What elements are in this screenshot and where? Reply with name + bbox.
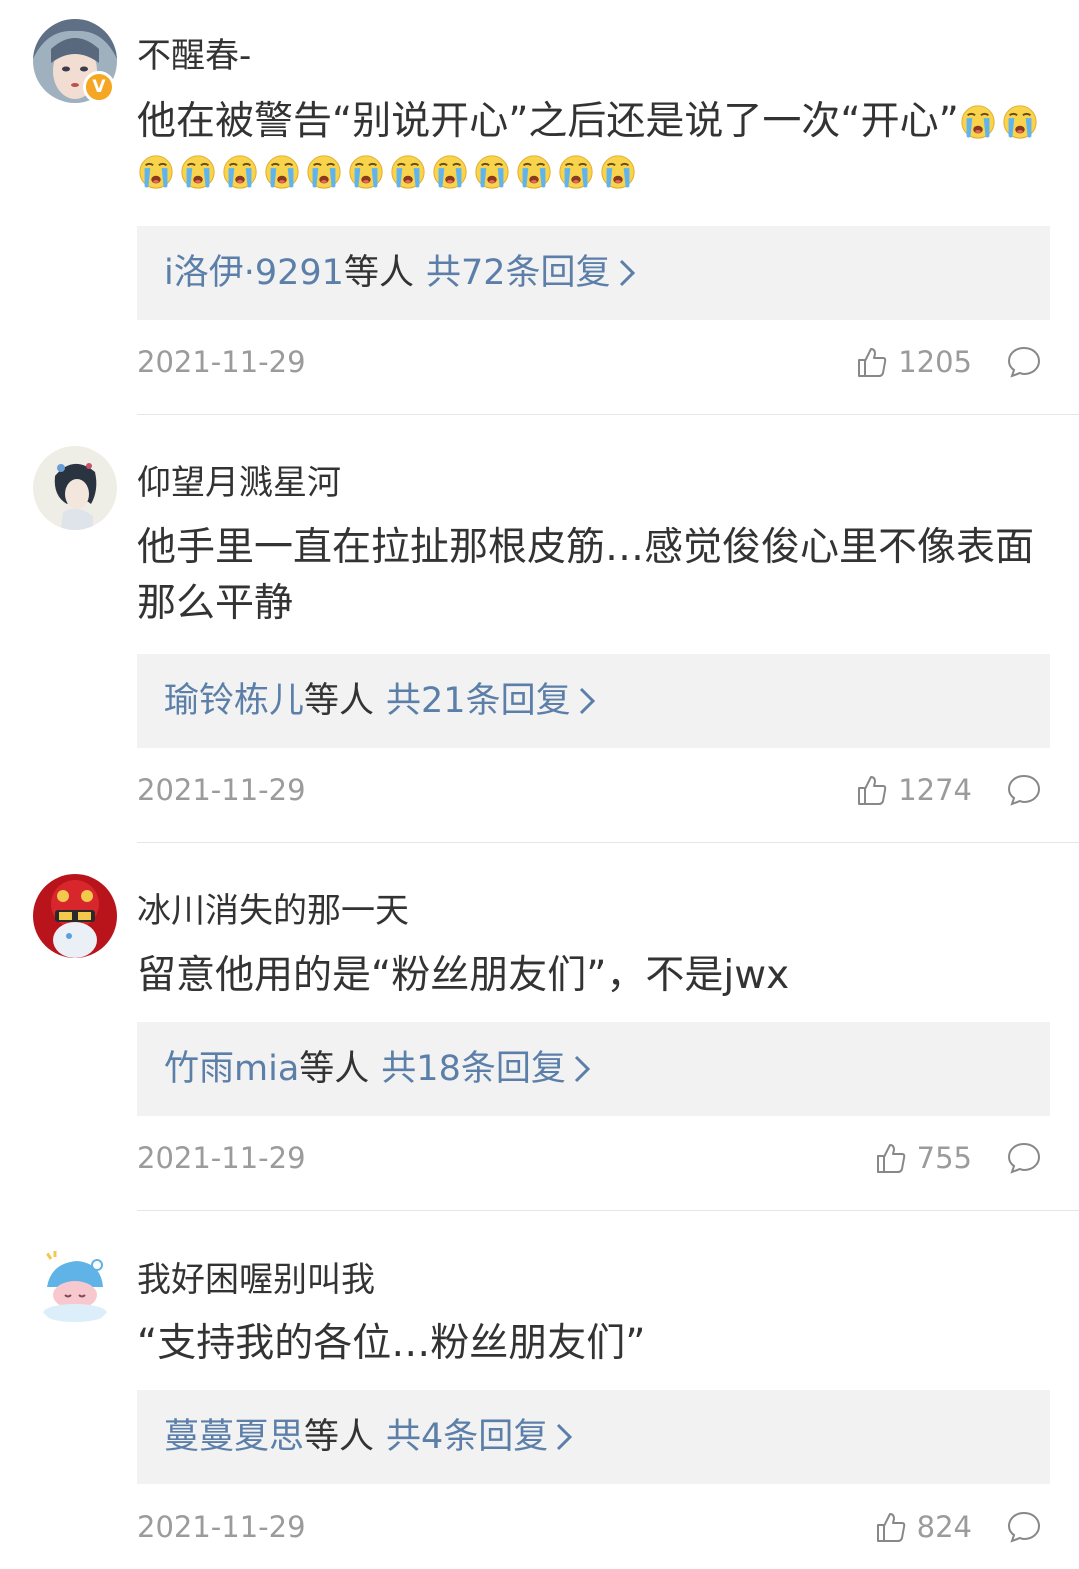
reply-user-names[interactable]: 瑜铃栋儿 [164,681,304,721]
divider [137,1210,1079,1211]
reply-summary-box[interactable]: 竹雨mia等人 共18条回复 [137,1022,1050,1116]
crying-face-emoji [137,152,175,190]
verified-badge: V [83,71,115,103]
comment-date: 2021-11-29 [137,345,306,379]
crying-face-emoji [473,152,511,190]
reply-user-names[interactable]: 竹雨mia [164,1049,299,1089]
comment-username[interactable]: 不醒春- [137,28,251,77]
comment-footer: 2021-11-29 1274 [137,770,1052,810]
speech-bubble-icon[interactable] [1006,345,1042,379]
reply-etc-label: 等人 [304,1417,375,1457]
avatar[interactable] [33,874,117,958]
thumbs-up-icon [876,1144,905,1173]
reply-summary-box[interactable]: 瑜铃栋儿等人 共21条回复 [137,654,1050,748]
like-count: 824 [916,1510,972,1544]
crying-face-emoji [221,152,259,190]
reply-total-link[interactable]: 共18条回复 [381,1049,566,1089]
reply-summary-box[interactable]: i洛伊·9291等人 共72条回复 [137,226,1050,320]
thumbs-up-icon [858,776,887,805]
thumbs-up-icon [858,348,887,377]
crying-face-emoji [959,102,997,140]
divider [137,414,1079,415]
reply-user-names[interactable]: 蔓蔓夏思 [164,1417,304,1457]
speech-bubble-icon[interactable] [1006,1510,1042,1544]
comment-date: 2021-11-29 [137,773,306,807]
comment-username[interactable]: 冰川消失的那一天 [137,883,409,932]
crying-face-emoji [557,152,595,190]
crying-face-emoji [263,152,301,190]
crying-face-emoji [305,152,343,190]
like-count: 1205 [898,345,972,379]
comment-date: 2021-11-29 [137,1141,306,1175]
divider [137,842,1079,843]
emoji-row [137,152,641,196]
comment-username[interactable]: 我好困喔别叫我 [137,1252,375,1301]
reply-etc-label: 等人 [343,253,414,293]
comment-footer: 2021-11-29 824 [137,1507,1052,1547]
crying-face-emoji [347,152,385,190]
like-button[interactable]: 1205 [856,342,972,382]
reply-summary-box[interactable]: 蔓蔓夏思等人 共4条回复 [137,1390,1050,1484]
like-count: 1274 [898,773,972,807]
like-button[interactable]: 824 [875,1507,972,1547]
reply-total-link[interactable]: 共72条回复 [426,253,611,293]
speech-bubble-icon[interactable] [1006,773,1042,807]
avatar[interactable] [33,446,117,530]
thumbs-up-icon [876,1513,905,1542]
chevron-right-icon [574,1055,590,1083]
reply-total-link[interactable]: 共4条回复 [386,1417,548,1457]
comment-footer: 2021-11-29 755 [137,1138,1052,1178]
comment-date: 2021-11-29 [137,1510,306,1544]
crying-face-emoji [599,152,637,190]
comment-footer: 2021-11-29 1205 [137,342,1052,382]
comment-text: “支持我的各位…粉丝朋友们” [137,1321,646,1366]
reply-etc-label: 等人 [299,1049,370,1089]
like-button[interactable]: 1274 [856,770,972,810]
crying-face-emoji [431,152,469,190]
comment-text: 留意他用的是“粉丝朋友们”，不是jwx [137,953,790,998]
avatar[interactable] [33,1243,117,1327]
comment-text-body: 他在被警告“别说开心”之后还是说了一次“开心” [137,99,959,144]
chevron-right-icon [579,687,595,715]
like-count: 755 [916,1141,972,1175]
comment-text: 他手里一直在拉扯那根皮筋…感觉俊俊心里不像表面那么平静 [137,525,1035,626]
crying-face-emoji [515,152,553,190]
reply-total-link[interactable]: 共21条回复 [386,681,571,721]
reply-etc-label: 等人 [304,681,375,721]
crying-face-emoji [1001,102,1039,140]
speech-bubble-icon[interactable] [1006,1141,1042,1175]
crying-face-emoji [179,152,217,190]
comment-username[interactable]: 仰望月溅星河 [137,455,341,504]
chevron-right-icon [557,1423,573,1451]
comment-text: 他在被警告“别说开心”之后还是说了一次“开心” [137,94,1052,150]
reply-user-names[interactable]: i洛伊·9291 [164,253,344,293]
like-button[interactable]: 755 [875,1138,972,1178]
crying-face-emoji [389,152,427,190]
chevron-right-icon [619,259,635,287]
